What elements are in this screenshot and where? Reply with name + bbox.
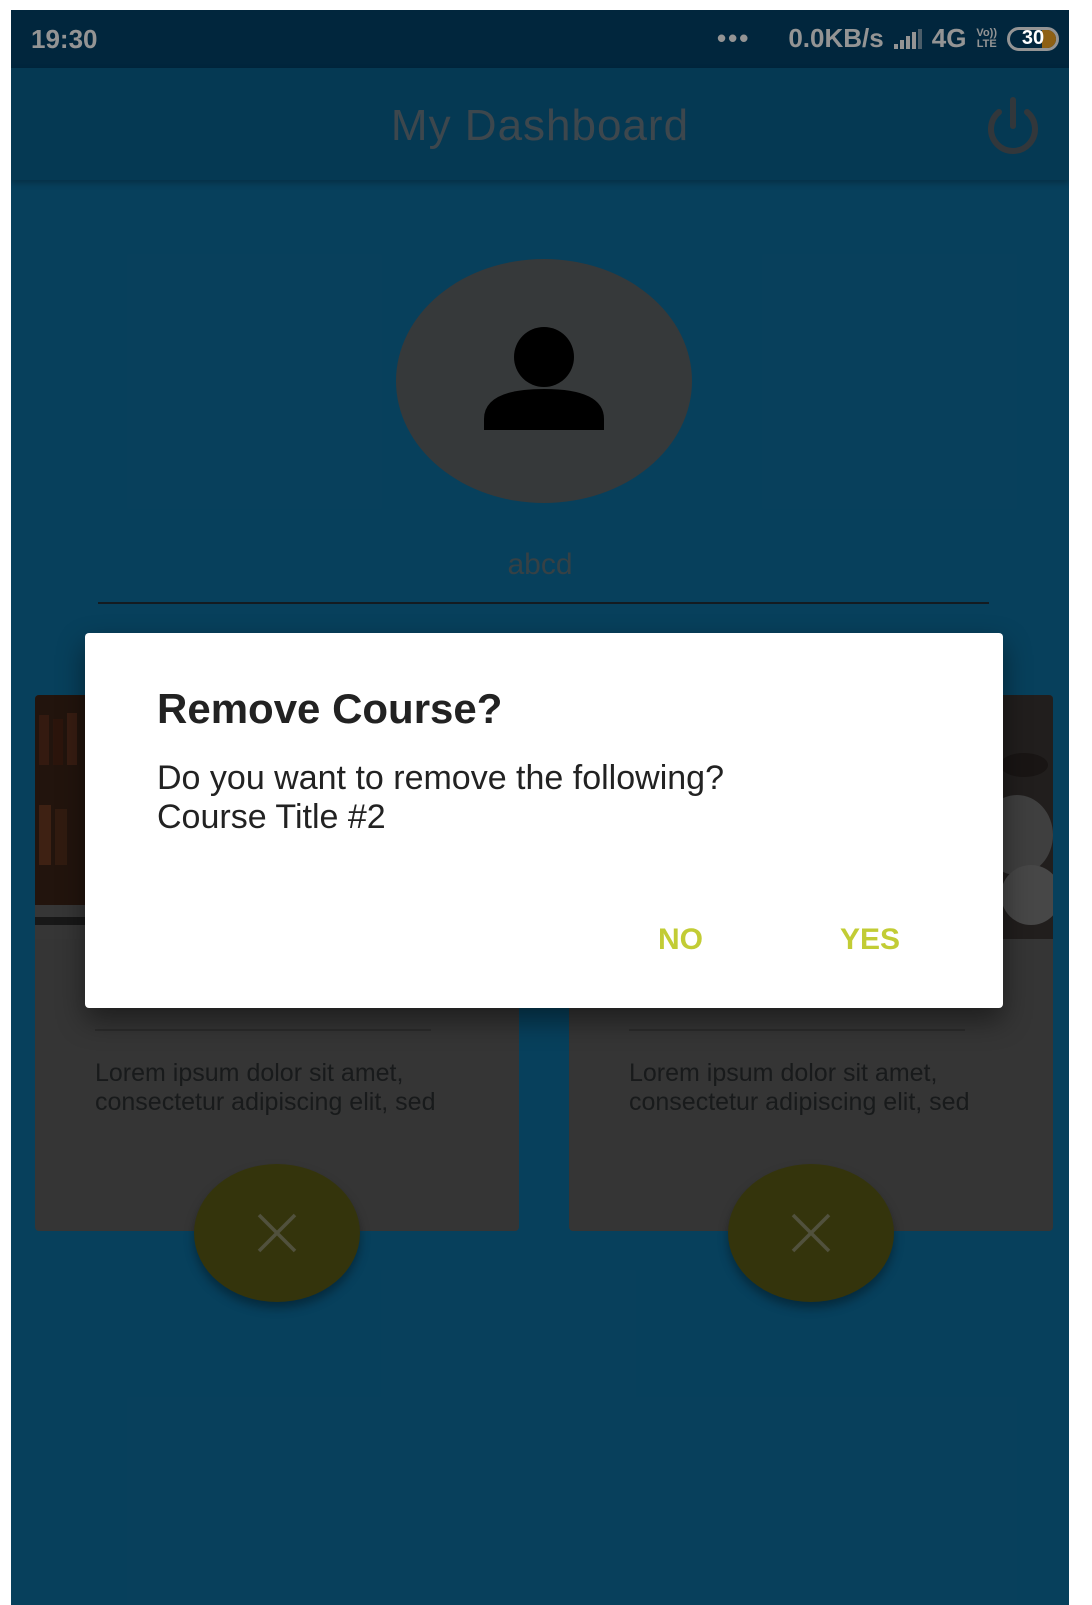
remove-course-dialog: Remove Course? Do you want to remove the… [85, 633, 1003, 1008]
dialog-message-line: Do you want to remove the following? [157, 759, 724, 797]
yes-button[interactable]: YES [840, 923, 900, 957]
dialog-title: Remove Course? [157, 685, 503, 732]
no-button[interactable]: NO [658, 923, 703, 957]
screen: 19:30 ••• 0.0KB/s 4G Vo)) LTE 30 My Dash… [11, 10, 1069, 1605]
dialog-course-title: Course Title #2 [157, 798, 386, 836]
battery-level: 30 [1021, 27, 1045, 49]
dialog-message: Do you want to remove the following? Cou… [157, 759, 724, 837]
